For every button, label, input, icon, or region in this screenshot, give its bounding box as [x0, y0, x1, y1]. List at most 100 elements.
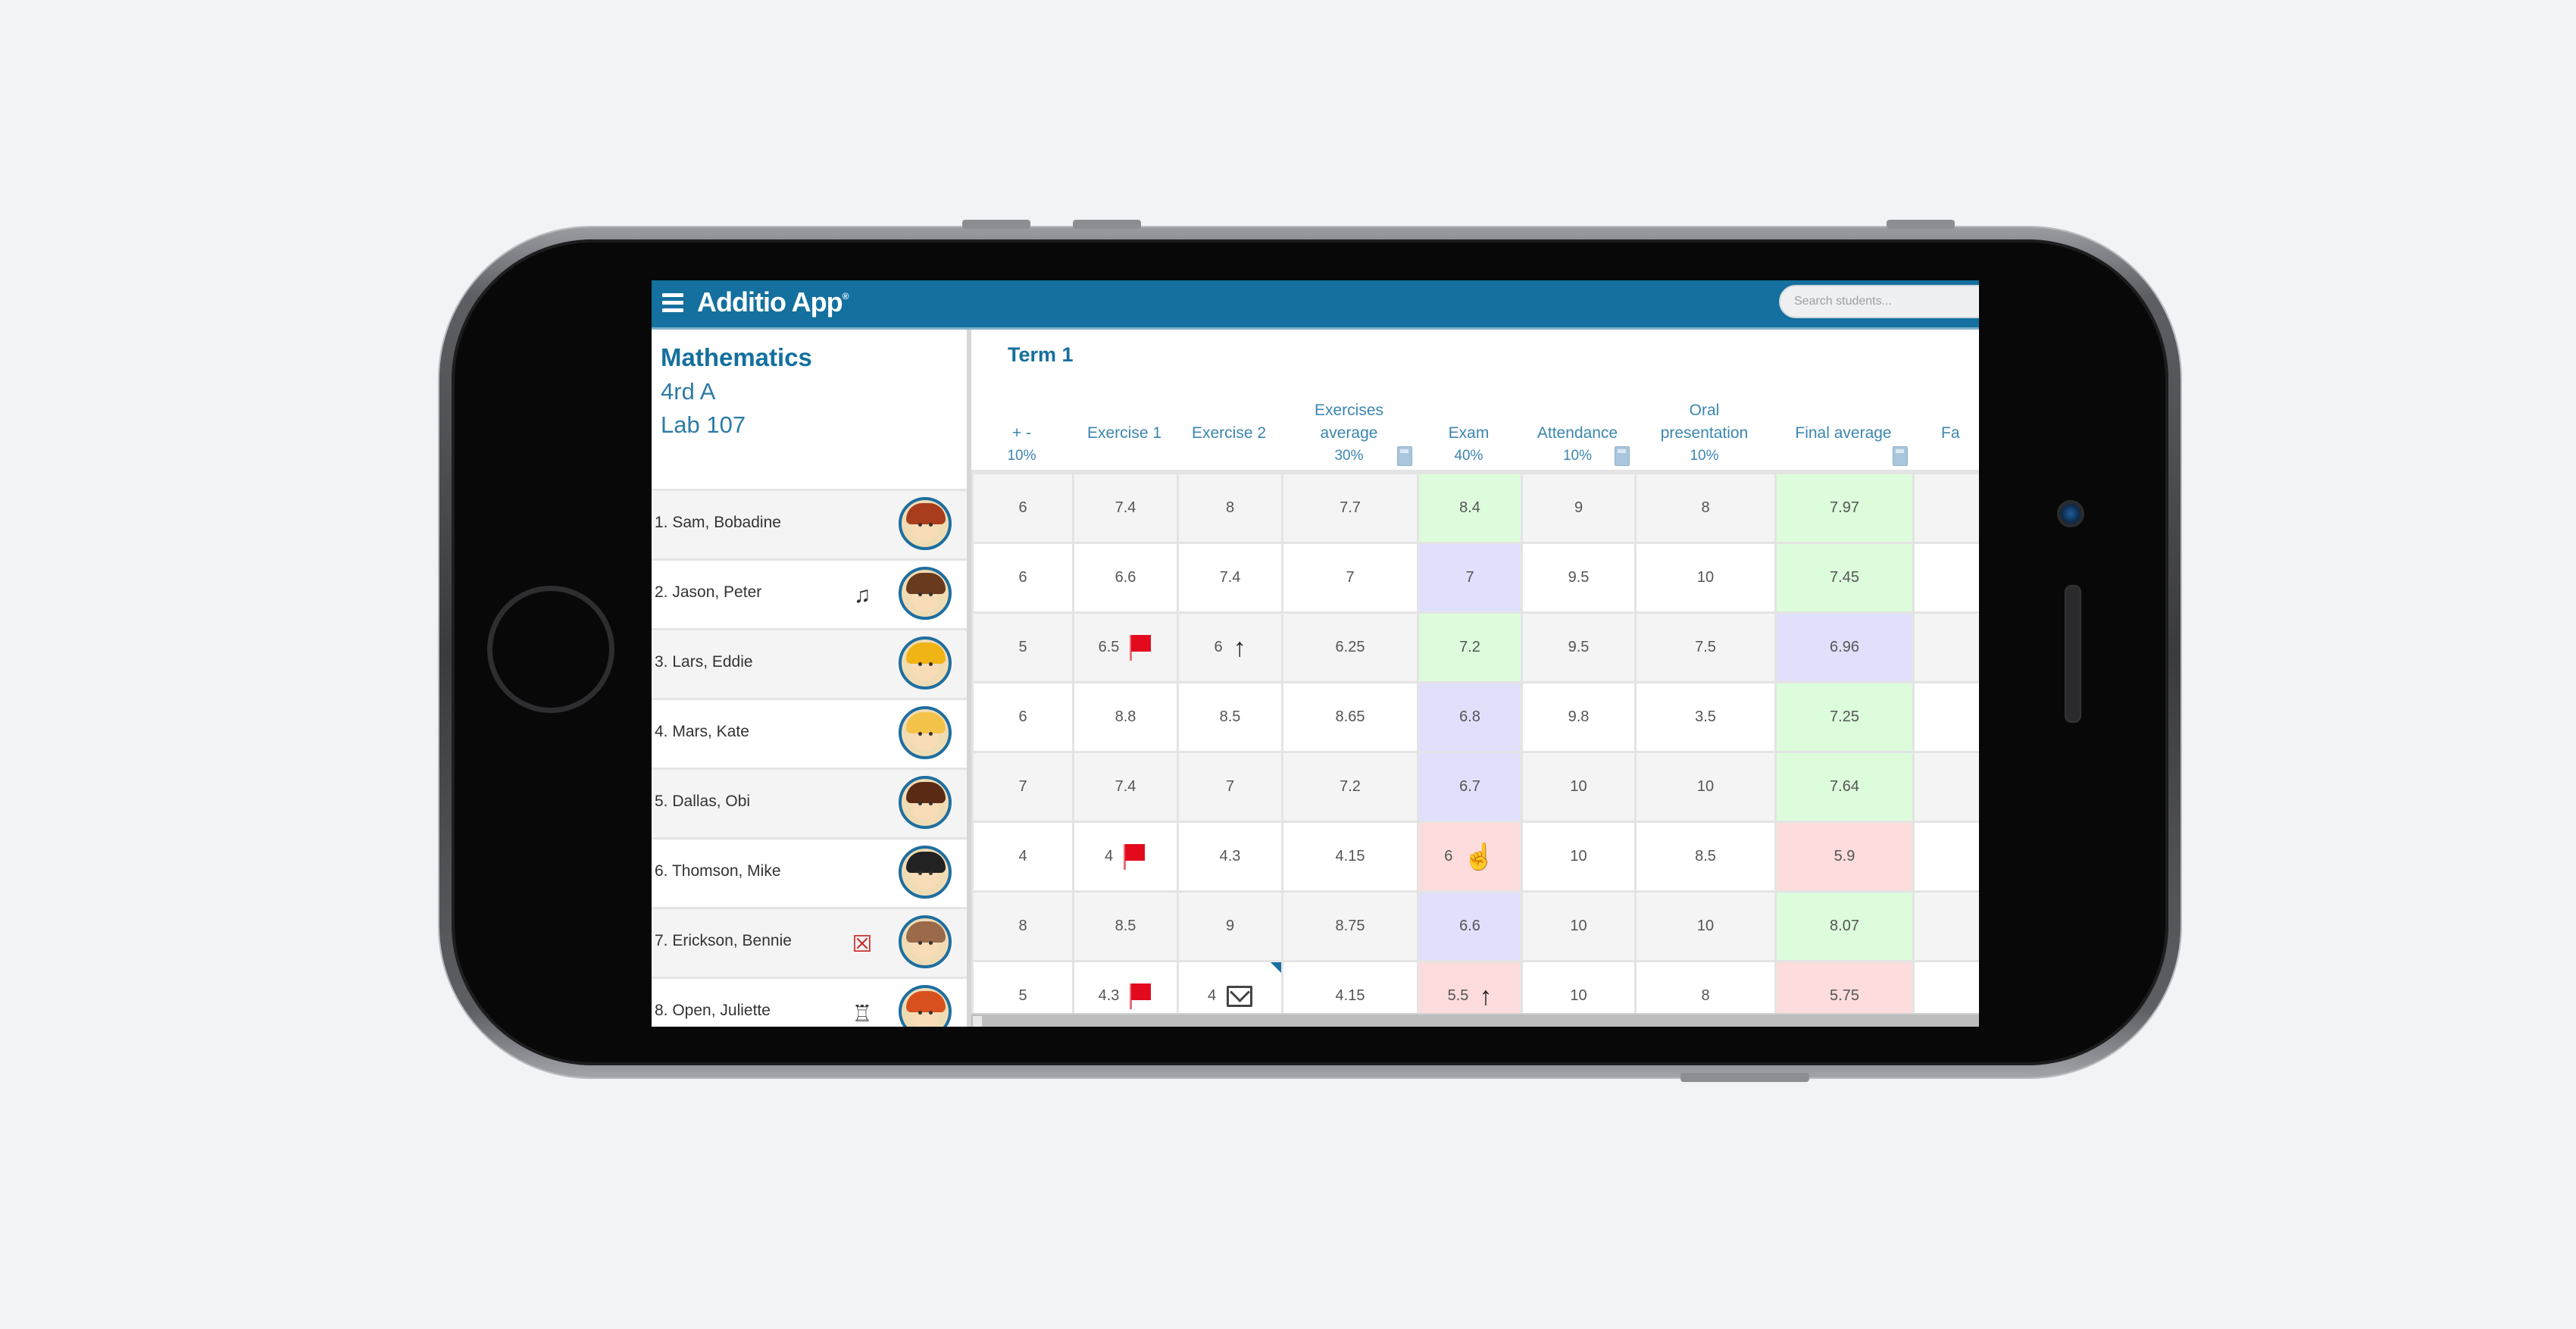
student-avatar[interactable]	[899, 915, 952, 968]
grade-cell[interactable]	[1912, 611, 1979, 681]
student-avatar[interactable]	[899, 776, 952, 829]
student-row[interactable]: 6. Thomson, Mike	[652, 837, 967, 907]
musical-note-icon[interactable]: ♫	[847, 580, 877, 611]
grade-cell[interactable]: 6.7	[1417, 751, 1521, 821]
grade-cell[interactable]: 6.96	[1774, 611, 1912, 681]
grade-cell[interactable]	[1912, 751, 1979, 821]
grade-cell[interactable]: 7	[1417, 542, 1521, 611]
no-photo-icon[interactable]: ☒	[847, 929, 877, 959]
column-header[interactable]: Exercise 2	[1177, 375, 1281, 467]
grade-cell[interactable]: 6.8	[1417, 681, 1521, 751]
grade-cell[interactable]: 5	[971, 611, 1072, 681]
grade-cell[interactable]: 9.8	[1521, 681, 1634, 751]
scroll-left-arrow-icon[interactable]	[973, 1016, 982, 1027]
grade-cell[interactable]	[1912, 890, 1979, 960]
grade-cell[interactable]: 8.65	[1281, 681, 1417, 751]
grade-cell[interactable]: 8.5	[1634, 821, 1774, 890]
student-row[interactable]: 1. Sam, Bobadine	[652, 489, 967, 558]
grade-cell[interactable]	[1912, 681, 1979, 751]
grade-cell[interactable]: 6.6	[1417, 890, 1521, 960]
column-header[interactable]: Exercise 1	[1072, 375, 1177, 467]
phone-home-button[interactable]	[487, 586, 614, 713]
grade-cell[interactable]: 8	[1177, 472, 1281, 542]
grade-cell[interactable]: 8.75	[1281, 890, 1417, 960]
grade-cell[interactable]: 7.64	[1774, 751, 1912, 821]
grade-cell[interactable]: 7.2	[1281, 751, 1417, 821]
column-header[interactable]: Fa	[1912, 375, 1979, 467]
horizontal-scrollbar[interactable]	[971, 1013, 1979, 1027]
grade-cell[interactable]: 7.4	[1177, 542, 1281, 611]
hamburger-menu-icon[interactable]	[662, 293, 683, 313]
grade-cell[interactable]: 10	[1521, 890, 1634, 960]
grade-cell[interactable]: 10	[1634, 542, 1774, 611]
calculator-icon[interactable]	[1615, 446, 1630, 466]
student-avatar[interactable]	[899, 567, 952, 620]
grade-cell[interactable]: 8.07	[1774, 890, 1912, 960]
grade-cell[interactable]: 8.5	[1072, 890, 1177, 960]
student-row[interactable]: 8. Open, Juliette ♖	[652, 977, 967, 1027]
teacher-desk-icon[interactable]: ♖	[847, 999, 877, 1027]
student-row[interactable]: 5. Dallas, Obi	[652, 768, 967, 837]
student-avatar[interactable]	[899, 497, 952, 550]
grade-cell[interactable]: 4	[971, 821, 1072, 890]
grade-cell[interactable]: 10	[1521, 751, 1634, 821]
column-header[interactable]: Exercises average 30%	[1281, 375, 1417, 467]
grade-cell[interactable]: 10	[1634, 751, 1774, 821]
column-header[interactable]: Attendance 10%	[1521, 375, 1634, 467]
grade-cell[interactable]: 6 ☝	[1417, 821, 1521, 890]
grade-cell[interactable]: 7.7	[1281, 472, 1417, 542]
grade-cell[interactable]: 7	[1281, 542, 1417, 611]
grade-cell[interactable]: 4.3	[1177, 821, 1281, 890]
course-subject[interactable]: Mathematics	[661, 343, 812, 372]
grade-cell[interactable]	[1912, 821, 1979, 890]
grade-cell[interactable]: 7	[971, 751, 1072, 821]
student-avatar[interactable]	[899, 706, 952, 759]
grade-cell[interactable]: 6.5	[1072, 611, 1177, 681]
search-students-input[interactable]	[1779, 285, 1979, 318]
grade-cell[interactable]: 6 ↑	[1177, 611, 1281, 681]
grade-cell[interactable]: 10	[1634, 890, 1774, 960]
grade-cell[interactable]: 8.5	[1177, 681, 1281, 751]
grade-cell[interactable]: 9.5	[1521, 542, 1634, 611]
student-row[interactable]: 2. Jason, Peter ♫	[652, 558, 967, 628]
grade-cell[interactable]: 5.9	[1774, 821, 1912, 890]
student-avatar[interactable]	[899, 985, 952, 1027]
grade-cell[interactable]: 3.5	[1634, 681, 1774, 751]
term-label[interactable]: Term 1	[1008, 343, 1074, 367]
grade-cell[interactable]: 10	[1521, 821, 1634, 890]
grade-cell[interactable]: 6	[971, 472, 1072, 542]
column-header[interactable]: Final average	[1774, 375, 1912, 467]
grade-cell[interactable]: 9	[1177, 890, 1281, 960]
grade-cell[interactable]: 7.5	[1634, 611, 1774, 681]
grade-cell[interactable]: 7.2	[1417, 611, 1521, 681]
calculator-icon[interactable]	[1893, 446, 1908, 466]
student-avatar[interactable]	[899, 846, 952, 899]
grade-cell[interactable]: 8	[1634, 472, 1774, 542]
student-row[interactable]: 7. Erickson, Bennie ☒	[652, 907, 967, 977]
grade-cell[interactable]: 7.4	[1072, 751, 1177, 821]
grade-cell[interactable]: 6	[971, 681, 1072, 751]
column-header[interactable]: + - 10%	[971, 375, 1072, 467]
grade-cell[interactable]: 6.25	[1281, 611, 1417, 681]
grade-cell[interactable]: 8.4	[1417, 472, 1521, 542]
grade-cell[interactable]: 9.5	[1521, 611, 1634, 681]
grade-cell[interactable]: 6.6	[1072, 542, 1177, 611]
grade-cell[interactable]: 7.4	[1072, 472, 1177, 542]
grade-cell[interactable]: 7.97	[1774, 472, 1912, 542]
student-avatar[interactable]	[899, 636, 952, 690]
comment-marker-icon[interactable]	[1271, 962, 1281, 973]
grade-cell[interactable]: 7.25	[1774, 681, 1912, 751]
student-row[interactable]: 4. Mars, Kate	[652, 698, 967, 768]
grade-cell[interactable]	[1912, 472, 1979, 542]
grade-cell[interactable]: 4	[1072, 821, 1177, 890]
grade-cell[interactable]: 9	[1521, 472, 1634, 542]
grade-cell[interactable]: 8.8	[1072, 681, 1177, 751]
column-header[interactable]: Exam 40%	[1417, 375, 1521, 467]
student-row[interactable]: 3. Lars, Eddie	[652, 628, 967, 698]
grade-cell[interactable]: 4.15	[1281, 821, 1417, 890]
grade-cell[interactable]: 7	[1177, 751, 1281, 821]
grade-cell[interactable]: 7.45	[1774, 542, 1912, 611]
grade-cell[interactable]: 6	[971, 542, 1072, 611]
grade-cell[interactable]	[1912, 542, 1979, 611]
grade-cell[interactable]: 8	[971, 890, 1072, 960]
